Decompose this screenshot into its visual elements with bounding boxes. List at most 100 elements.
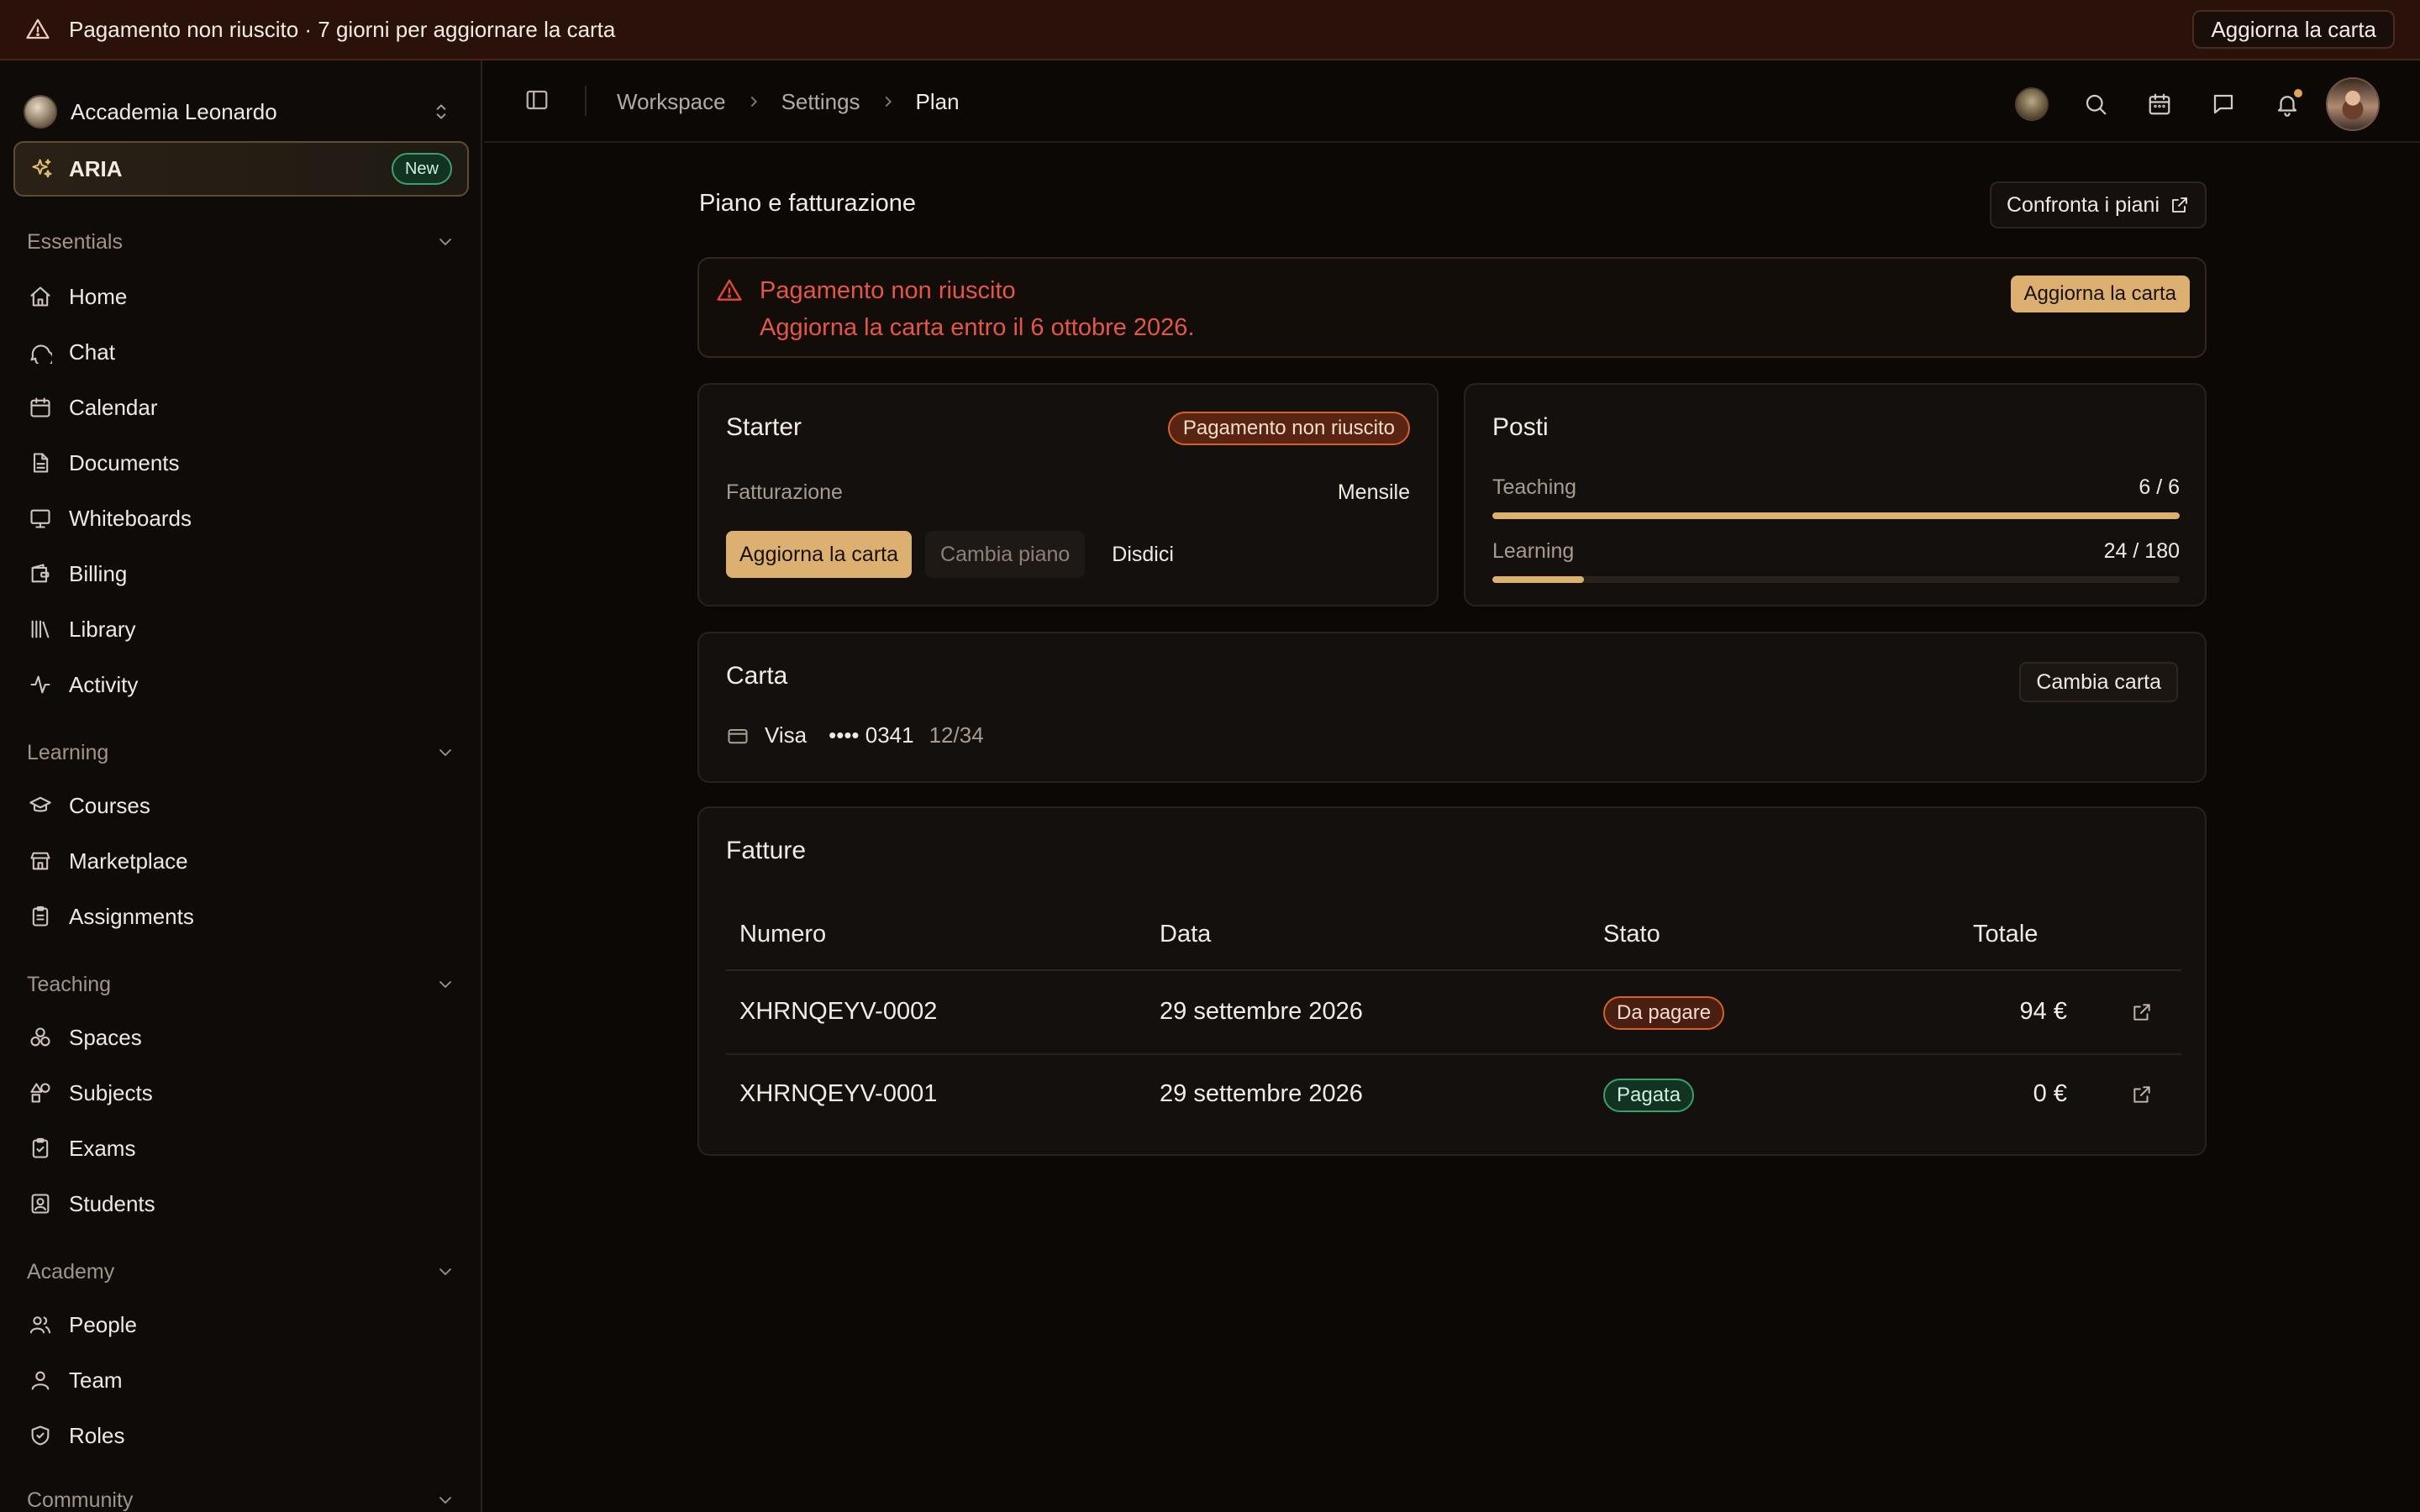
invoices-title: Fatture xyxy=(726,837,807,864)
external-link-icon[interactable] xyxy=(2131,1084,2153,1105)
sidebar-item-label: Students xyxy=(69,1190,155,1216)
user-icon xyxy=(29,1368,52,1392)
alert-description: Aggiorna la carta entro il 6 ottobre 202… xyxy=(760,314,1195,341)
section-title: Learning xyxy=(27,740,109,764)
whiteboard-icon xyxy=(29,507,52,530)
chevron-down-icon xyxy=(435,974,455,995)
graduation-cap-icon xyxy=(29,794,52,817)
sidebar-item-marketplace[interactable]: Marketplace xyxy=(17,838,466,884)
search-icon[interactable] xyxy=(2064,79,2128,129)
chevron-down-icon xyxy=(435,1262,455,1282)
sidebar-item-whiteboards[interactable]: Whiteboards xyxy=(17,496,466,541)
status-badge: Pagata xyxy=(1603,1079,1695,1112)
sidebar-item-label: Courses xyxy=(69,792,150,818)
change-plan-button[interactable]: Cambia piano xyxy=(925,531,1086,578)
table-row: XHRNQEYV-0001 29 settembre 2026 Pagata 0… xyxy=(726,1055,2181,1137)
invoices-card: Fatture Numero Data Stato Totale XHRNQEY… xyxy=(697,806,2207,1156)
table-row: XHRNQEYV-0002 29 settembre 2026 Da pagar… xyxy=(726,973,2181,1055)
sidebar-item-chat[interactable]: Chat xyxy=(17,329,466,375)
update-card-button[interactable]: Aggiorna la carta xyxy=(726,531,913,578)
org-name: Accademia Leonardo xyxy=(71,98,277,124)
invoice-number: XHRNQEYV-0002 xyxy=(739,998,938,1025)
sidebar-item-library[interactable]: Library xyxy=(17,606,466,652)
section-learning[interactable]: Learning xyxy=(27,736,455,769)
billing-value: Mensile xyxy=(1337,480,1410,504)
payment-card-section: Carta Cambia carta Visa •••• 0341 12/34 xyxy=(697,632,2207,783)
sidebar-toggle-icon[interactable] xyxy=(524,87,550,113)
sidebar-item-documents[interactable]: Documents xyxy=(17,440,466,486)
banner-text: Pagamento non riuscito · 7 giorni per ag… xyxy=(69,16,616,42)
chevron-down-icon xyxy=(435,1490,455,1510)
cancel-plan-button[interactable]: Disdici xyxy=(1098,531,1187,578)
payment-alert: Pagamento non riuscito Aggiorna la carta… xyxy=(697,257,2207,358)
section-teaching[interactable]: Teaching xyxy=(27,968,455,1001)
breadcrumb-settings[interactable]: Settings xyxy=(781,89,860,115)
sidebar-item-exams[interactable]: Exams xyxy=(17,1126,466,1171)
sidebar-item-label: Marketplace xyxy=(69,848,188,874)
seat-progress-fill xyxy=(1492,576,1585,583)
sidebar-item-label: Team xyxy=(69,1367,123,1393)
new-badge: New xyxy=(391,153,452,185)
sidebar-item-label: Subjects xyxy=(69,1079,153,1105)
alert-title: Pagamento non riuscito xyxy=(760,277,1016,304)
sidebar-item-label: Chat xyxy=(69,339,115,365)
sidebar-item-activity[interactable]: Activity xyxy=(17,662,466,707)
sparkles-icon xyxy=(30,157,54,181)
external-link-icon xyxy=(2170,195,2190,215)
column-header-number: Numero xyxy=(739,921,827,948)
sidebar-item-courses[interactable]: Courses xyxy=(17,783,466,828)
sidebar-item-calendar[interactable]: Calendar xyxy=(17,385,466,430)
change-card-button[interactable]: Cambia carta xyxy=(2019,662,2178,702)
plan-card: Starter Pagamento non riuscito Fatturazi… xyxy=(697,383,1439,606)
store-icon xyxy=(29,849,52,873)
sidebar-item-billing[interactable]: Billing xyxy=(17,551,466,596)
seat-progress-track xyxy=(1492,576,2180,583)
message-icon[interactable] xyxy=(2191,79,2255,129)
alert-update-card-button[interactable]: Aggiorna la carta xyxy=(2010,276,2190,312)
seat-progress-fill xyxy=(1492,512,2180,519)
seat-label: Learning xyxy=(1492,539,1575,563)
breadcrumb-workspace[interactable]: Workspace xyxy=(617,89,726,115)
sidebar-item-home[interactable]: Home xyxy=(17,274,466,319)
notification-dot xyxy=(2294,89,2302,97)
calendar-icon[interactable] xyxy=(2128,79,2191,129)
warning-icon xyxy=(716,277,743,304)
sidebar-item-label: Documents xyxy=(69,449,180,475)
clipboard-check-icon xyxy=(29,1137,52,1160)
chevron-right-icon xyxy=(744,92,763,111)
user-avatar[interactable] xyxy=(2326,77,2380,131)
sidebar-item-assignments[interactable]: Assignments xyxy=(17,894,466,939)
sidebar-item-label: Whiteboards xyxy=(69,505,192,531)
invoice-total: 94 € xyxy=(2019,998,2067,1025)
chevron-down-icon xyxy=(435,232,455,252)
sidebar-item-people[interactable]: People xyxy=(17,1302,466,1347)
sidebar-item-students[interactable]: Students xyxy=(17,1181,466,1226)
shapes-icon xyxy=(29,1081,52,1105)
home-icon xyxy=(29,285,52,308)
sidebar-item-team[interactable]: Team xyxy=(17,1357,466,1403)
activity-icon xyxy=(29,673,52,696)
external-link-icon[interactable] xyxy=(2131,1001,2153,1023)
compare-plans-button[interactable]: Confronta i piani xyxy=(1989,181,2207,228)
wallet-icon xyxy=(29,562,52,585)
sidebar-item-subjects[interactable]: Subjects xyxy=(17,1070,466,1116)
aria-assistant-button[interactable]: ARIA New xyxy=(13,141,469,197)
warning-icon xyxy=(25,17,50,42)
org-mini-avatar-button[interactable] xyxy=(2000,79,2064,129)
calendar-icon xyxy=(29,396,52,419)
status-badge: Da pagare xyxy=(1603,996,1725,1030)
sidebar-item-label: People xyxy=(69,1311,137,1337)
section-essentials[interactable]: Essentials xyxy=(27,225,455,259)
sidebar-item-roles[interactable]: Roles xyxy=(17,1413,466,1458)
sidebar-item-label: Library xyxy=(69,616,136,642)
card-number: •••• 0341 xyxy=(829,722,914,748)
section-community[interactable]: Community xyxy=(27,1483,455,1512)
sidebar-item-label: Exams xyxy=(69,1135,136,1161)
seat-progress-track xyxy=(1492,512,2180,519)
section-academy[interactable]: Academy xyxy=(27,1255,455,1289)
plan-status-badge: Pagamento non riuscito xyxy=(1167,412,1410,445)
org-switcher[interactable]: Accademia Leonardo xyxy=(24,86,452,138)
sidebar-item-spaces[interactable]: Spaces xyxy=(17,1015,466,1060)
bell-icon[interactable] xyxy=(2255,79,2319,129)
banner-update-card-button[interactable]: Aggiorna la carta xyxy=(2192,10,2395,49)
